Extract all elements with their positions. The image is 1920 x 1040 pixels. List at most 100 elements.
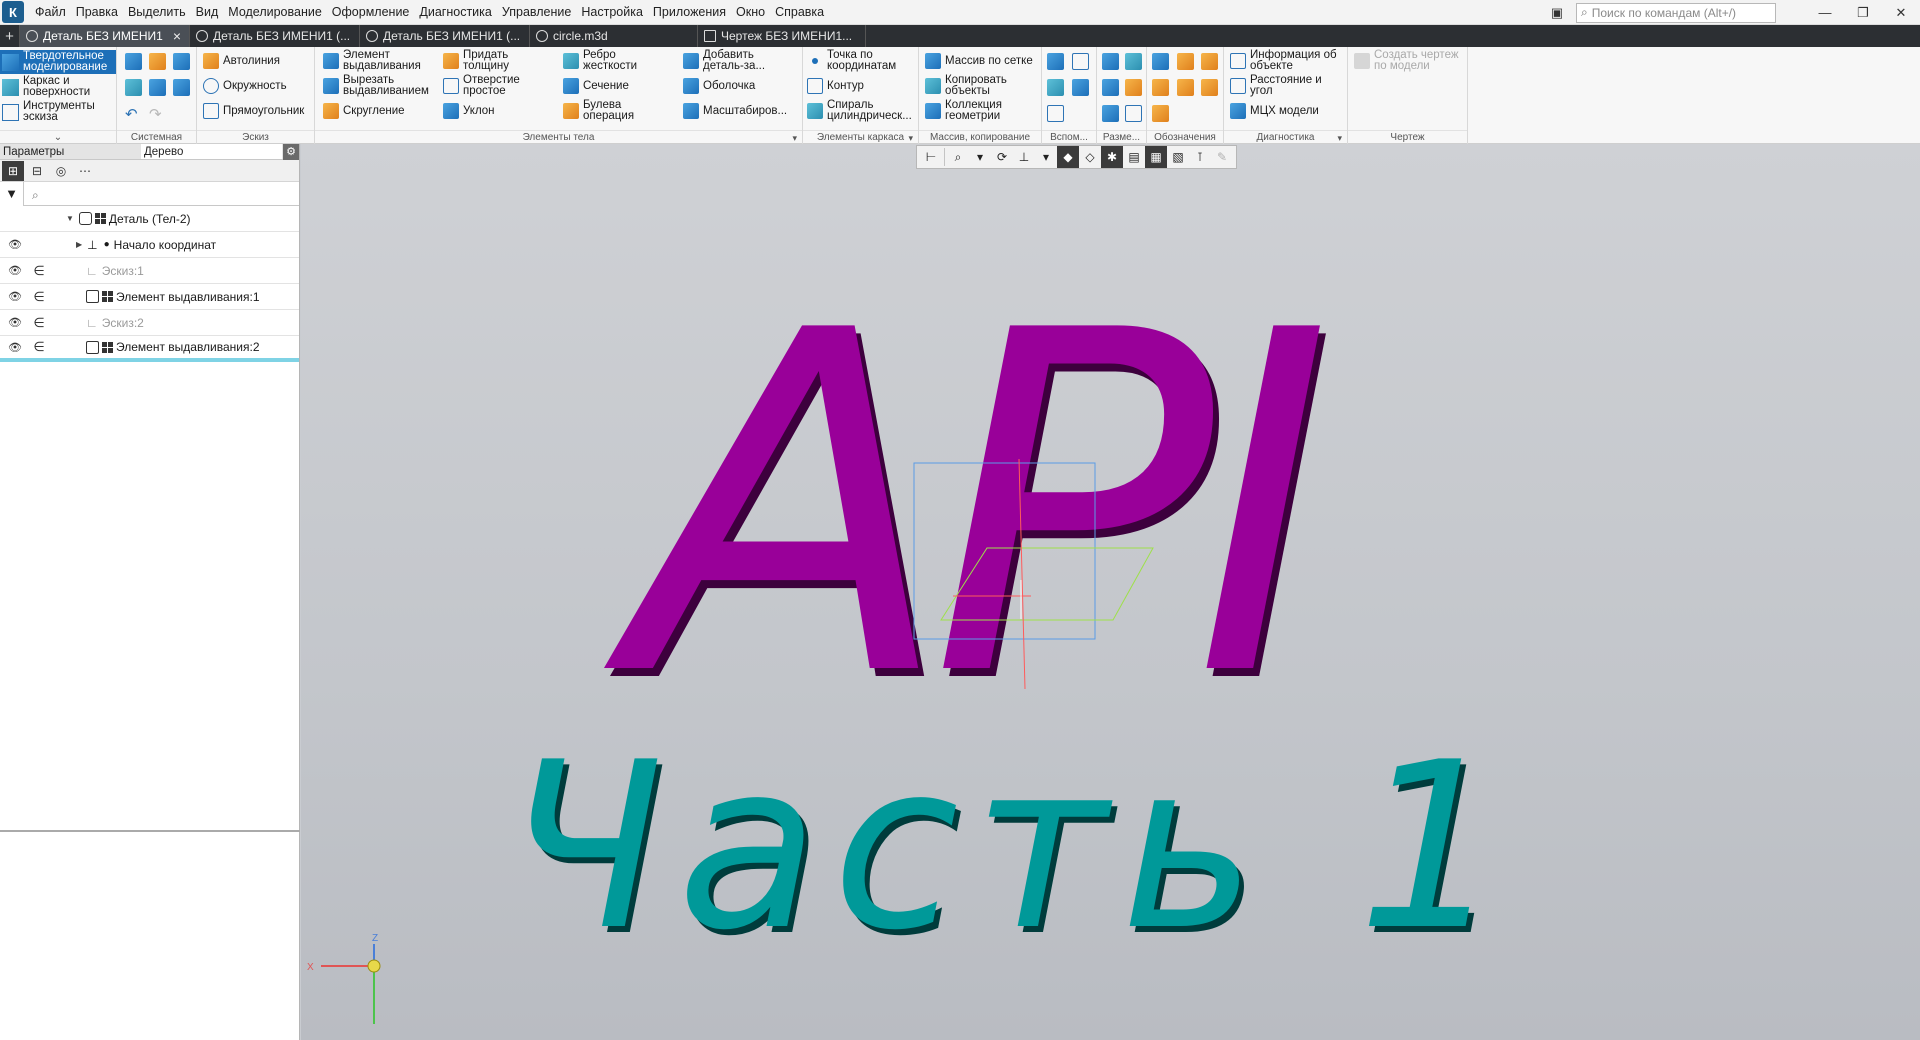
radial-dim-icon[interactable] <box>1102 79 1119 96</box>
create-drawing-button[interactable]: Создать чертеж по модели <box>1354 49 1466 73</box>
tree-row-extrude-1[interactable]: 👁 ∈ Элемент выдавливания:1 <box>0 284 299 310</box>
cut-extrude-button[interactable]: Вырезать выдавливанием <box>323 74 433 98</box>
section-button[interactable]: Сечение <box>563 74 629 98</box>
contour-button[interactable]: Контур <box>807 74 864 98</box>
autoline-button[interactable]: Автолиния <box>203 49 280 73</box>
expand-arrow-icon[interactable]: ▶ <box>76 240 82 249</box>
tree-bodies-icon[interactable]: ◎ <box>50 161 72 181</box>
draft-button[interactable]: Уклон <box>443 99 495 123</box>
tree-order-icon[interactable]: ⊟ <box>26 161 48 181</box>
app-logo-icon[interactable]: К <box>2 1 24 23</box>
circle-button[interactable]: Окружность <box>203 74 287 98</box>
orientation-icon[interactable]: ⊥ <box>1013 146 1035 168</box>
tree-row-sketch-1[interactable]: 👁 ∈ ∟ Эскиз:1 <box>0 258 299 284</box>
menu-modeling[interactable]: Моделирование <box>223 0 327 25</box>
menu-help[interactable]: Справка <box>770 0 829 25</box>
menu-select[interactable]: Выделить <box>123 0 191 25</box>
linear-dim-icon[interactable] <box>1102 53 1119 70</box>
pencil-icon[interactable]: ✎ <box>1211 146 1233 168</box>
rectangle-button[interactable]: Прямоугольник <box>203 99 304 123</box>
close-tab-icon[interactable]: × <box>173 28 181 44</box>
shell-button[interactable]: Оболочка <box>683 74 755 98</box>
helix-button[interactable]: Спираль цилиндрическ... <box>807 99 919 123</box>
tree-collapse-icon[interactable]: ⋯ <box>74 161 96 181</box>
auto-dim-icon[interactable] <box>1125 105 1142 122</box>
undo-icon[interactable]: ↶ <box>125 105 142 123</box>
model-viewport[interactable]: API API Часть 1 Часть 1 X Z ⊢ ⌕ ▾ ⟳ ⊥ ▾ <box>301 144 1920 1040</box>
model-scene[interactable]: API API Часть 1 Часть 1 X Z <box>301 144 1920 1040</box>
angle-dim-icon[interactable] <box>1125 79 1142 96</box>
new-file-icon[interactable] <box>125 53 142 70</box>
show-constraints-icon[interactable]: ✱ <box>1101 146 1123 168</box>
point-by-coords-button[interactable]: Точка по координатам <box>807 49 907 73</box>
command-search-input[interactable]: ⌕ Поиск по командам (Alt+/) <box>1576 2 1776 23</box>
section-view-icon[interactable]: ▤ <box>1123 146 1145 168</box>
tab-document-4[interactable]: circle.m3d <box>530 25 698 47</box>
include-icon[interactable]: ∈ <box>32 289 46 305</box>
distance-angle-button[interactable]: Расстояние и угол <box>1230 74 1340 98</box>
mode-sketch-tools[interactable]: Инструменты эскиза <box>0 100 116 124</box>
menu-file[interactable]: Файл <box>30 0 71 25</box>
eye-hidden-icon[interactable]: 👁 <box>5 264 25 277</box>
tab-tree[interactable]: Дерево <box>141 144 282 159</box>
show-planes-icon[interactable]: ▦ <box>1145 146 1167 168</box>
eye-icon[interactable]: 👁 <box>5 238 25 251</box>
shaded-icon[interactable]: ◆ <box>1057 146 1079 168</box>
cs-icon[interactable] <box>1072 79 1089 96</box>
copy-objects-button[interactable]: Копировать объекты <box>925 74 1025 98</box>
zoom-dropdown-icon[interactable]: ▾ <box>969 146 991 168</box>
grid-array-button[interactable]: Массив по сетке <box>925 49 1033 73</box>
save-all-icon[interactable] <box>173 79 190 96</box>
panel-layout-icon[interactable]: ▣ <box>1538 0 1576 25</box>
extrude-button[interactable]: Элемент выдавливания <box>323 49 433 73</box>
dropdown-icon[interactable]: ▾ <box>792 131 797 145</box>
mass-properties-button[interactable]: МЦХ модели <box>1230 99 1319 123</box>
eye-hidden-icon[interactable]: 👁 <box>5 316 25 329</box>
tree-search-input[interactable] <box>24 183 294 204</box>
menu-format[interactable]: Оформление <box>327 0 415 25</box>
print-icon[interactable] <box>125 79 142 96</box>
menu-view[interactable]: Вид <box>191 0 224 25</box>
tab-parameters[interactable]: Параметры <box>0 144 141 159</box>
tree-row-sketch-2[interactable]: 👁 ∈ ∟ Эскиз:2 <box>0 310 299 336</box>
axis-icon[interactable] <box>1072 53 1089 70</box>
thicken-button[interactable]: Придать толщину <box>443 49 533 73</box>
plane-icon[interactable] <box>1047 53 1064 70</box>
eye-icon[interactable]: 👁 <box>5 290 25 303</box>
tab-document-1[interactable]: Деталь БЕЗ ИМЕНИ1 × <box>20 25 190 47</box>
menu-settings[interactable]: Настройка <box>576 0 648 25</box>
rib-button[interactable]: Ребро жесткости <box>563 49 643 73</box>
sketch-view-icon[interactable]: ⊢ <box>920 146 942 168</box>
panel-divider[interactable] <box>0 830 300 832</box>
menu-edit[interactable]: Правка <box>71 0 123 25</box>
menu-diagnostics[interactable]: Диагностика <box>414 0 496 25</box>
text-icon[interactable] <box>1201 79 1218 96</box>
expand-arrow-icon[interactable]: ▼ <box>66 214 74 223</box>
tree-structure-icon[interactable]: ⊞ <box>2 160 24 181</box>
include-icon[interactable]: ∈ <box>32 339 46 355</box>
filter-icon[interactable]: ▼ <box>0 181 24 206</box>
menu-window[interactable]: Окно <box>731 0 770 25</box>
minimize-button[interactable]: — <box>1806 0 1844 25</box>
diameter-dim-icon[interactable] <box>1125 53 1142 70</box>
part-text-face[interactable]: Часть 1 <box>506 714 1518 981</box>
add-part-button[interactable]: Добавить деталь-за... <box>683 49 783 73</box>
eye-icon[interactable]: 👁 <box>5 341 25 354</box>
tolerance-icon[interactable] <box>1201 53 1218 70</box>
menu-apps[interactable]: Приложения <box>648 0 731 25</box>
measure-icon[interactable]: ⊺ <box>1189 146 1211 168</box>
tree-row-origin[interactable]: 👁 ▶ ⊥ ● Начало координат <box>0 232 299 258</box>
menu-manage[interactable]: Управление <box>497 0 577 25</box>
base-icon[interactable] <box>1177 53 1194 70</box>
orientation-dropdown-icon[interactable]: ▾ <box>1035 146 1057 168</box>
include-icon[interactable]: ∈ <box>32 315 46 331</box>
arc-dim-icon[interactable] <box>1102 105 1119 122</box>
scale-button[interactable]: Масштабиров... <box>683 99 787 123</box>
mode-wireframe-surfaces[interactable]: Каркас и поверхности <box>0 75 116 99</box>
tab-document-2[interactable]: Деталь БЕЗ ИМЕНИ1 (... <box>190 25 360 47</box>
rotate-icon[interactable]: ⟳ <box>991 146 1013 168</box>
dropdown-icon[interactable]: ▾ <box>908 131 913 145</box>
tree-row-extrude-2[interactable]: 👁 ∈ Элемент выдавливания:2 <box>0 336 299 362</box>
geometry-collection-button[interactable]: Коллекция геометрии <box>925 99 1025 123</box>
hole-button[interactable]: Отверстие простое <box>443 74 533 98</box>
